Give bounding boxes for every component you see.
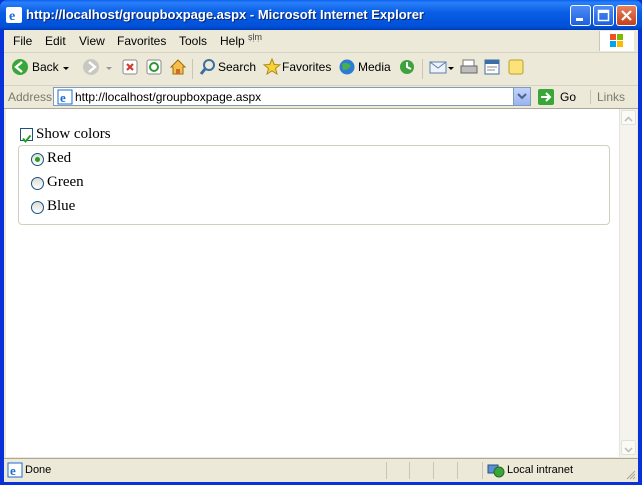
maximize-icon xyxy=(597,9,610,22)
back-arrow-icon[interactable] xyxy=(11,58,29,76)
address-url[interactable]: http://localhost/groupboxpage.aspx xyxy=(75,90,261,104)
menu-tools[interactable]: Tools xyxy=(179,34,207,48)
ie-icon: e xyxy=(6,7,22,23)
favorites-star-icon[interactable] xyxy=(263,58,281,76)
back-button[interactable]: Back xyxy=(32,60,59,74)
forward-dropdown-icon[interactable] xyxy=(105,58,113,76)
maximize-button[interactable] xyxy=(593,5,614,26)
menu-bar: File Edit View Favorites Tools Help ṣḷṃ xyxy=(4,30,638,53)
radio-green-label[interactable]: Green xyxy=(47,174,84,191)
menu-favorites[interactable]: Favorites xyxy=(117,34,166,48)
radio-green[interactable] xyxy=(31,177,44,190)
status-separator xyxy=(409,462,410,479)
local-intranet-icon xyxy=(487,464,505,478)
toolbar-separator xyxy=(192,59,193,79)
radio-blue[interactable] xyxy=(31,201,44,214)
chevron-down-icon xyxy=(517,93,527,100)
home-icon[interactable] xyxy=(169,58,187,76)
page-done-icon: e xyxy=(7,462,23,478)
forward-arrow-icon[interactable] xyxy=(82,58,100,76)
browser-frame: File Edit View Favorites Tools Help ṣḷṃ … xyxy=(4,30,638,482)
search-icon[interactable] xyxy=(199,58,217,76)
address-field[interactable]: e http://localhost/groupboxpage.aspx xyxy=(53,87,531,106)
refresh-icon[interactable] xyxy=(145,58,163,76)
mail-icon[interactable] xyxy=(429,58,447,76)
title-bar: e http://localhost/groupboxpage.aspx - M… xyxy=(0,0,642,30)
search-button[interactable]: Search xyxy=(218,60,256,74)
browser-window: e http://localhost/groupboxpage.aspx - M… xyxy=(0,0,642,485)
show-colors-checkbox[interactable] xyxy=(20,128,33,144)
vertical-scrollbar[interactable] xyxy=(619,109,637,457)
scroll-up-button[interactable] xyxy=(621,110,636,125)
windows-flag-icon xyxy=(610,34,623,47)
address-bar: Address e http://localhost/groupboxpage.… xyxy=(4,86,638,109)
resize-grip-icon[interactable] xyxy=(624,468,636,480)
windows-logo xyxy=(599,31,634,51)
close-icon xyxy=(621,10,632,21)
address-label: Address xyxy=(8,90,53,104)
note-icon[interactable] xyxy=(507,58,525,76)
minimize-button[interactable] xyxy=(570,5,591,26)
status-separator xyxy=(386,462,387,479)
colors-group-box: Red Green Blue xyxy=(18,145,610,225)
radio-red[interactable] xyxy=(31,153,44,166)
go-button[interactable]: Go xyxy=(560,90,576,104)
scroll-down-button[interactable] xyxy=(621,440,636,455)
menu-partial-text: ṣḷṃ xyxy=(248,32,262,42)
back-dropdown-icon[interactable] xyxy=(62,58,70,76)
standard-toolbar: Back Search Favorites Media xyxy=(4,53,638,86)
page-ie-icon: e xyxy=(57,89,73,105)
status-bar: e Done Local intranet xyxy=(4,458,638,482)
zone-text: Local intranet xyxy=(507,464,574,476)
status-separator xyxy=(482,462,483,479)
radio-red-label[interactable]: Red xyxy=(47,150,71,167)
media-button[interactable]: Media xyxy=(358,60,391,74)
page-content: Show colors Red Green Blue xyxy=(6,109,619,457)
favorites-button[interactable]: Favorites xyxy=(282,60,331,74)
svg-text:e: e xyxy=(10,463,16,478)
svg-text:e: e xyxy=(60,90,66,105)
window-title: http://localhost/groupboxpage.aspx - Mic… xyxy=(26,7,424,22)
chevron-up-icon xyxy=(624,116,633,122)
links-button[interactable]: Links xyxy=(590,90,625,104)
media-globe-icon[interactable] xyxy=(338,58,356,76)
show-colors-label[interactable]: Show colors xyxy=(36,126,111,143)
status-separator xyxy=(433,462,434,479)
status-separator xyxy=(457,462,458,479)
menu-view[interactable]: View xyxy=(79,34,105,48)
checkmark-icon xyxy=(22,134,32,144)
close-button[interactable] xyxy=(616,5,637,26)
radio-blue-label[interactable]: Blue xyxy=(47,198,75,215)
history-icon[interactable] xyxy=(398,58,416,76)
stop-icon[interactable] xyxy=(121,58,139,76)
print-icon[interactable] xyxy=(460,58,478,76)
edit-page-icon[interactable] xyxy=(483,58,501,76)
toolbar-separator xyxy=(422,59,423,79)
menu-help[interactable]: Help xyxy=(220,34,245,48)
minimize-icon xyxy=(576,18,583,21)
go-arrow-icon[interactable] xyxy=(537,88,555,106)
mail-dropdown-icon[interactable] xyxy=(447,58,455,76)
chevron-down-icon xyxy=(624,447,633,453)
address-dropdown-button[interactable] xyxy=(513,88,530,105)
status-text: Done xyxy=(25,464,52,476)
menu-edit[interactable]: Edit xyxy=(45,34,66,48)
radio-selected-dot xyxy=(35,157,40,162)
svg-text:e: e xyxy=(9,9,15,23)
menu-file[interactable]: File xyxy=(13,34,32,48)
